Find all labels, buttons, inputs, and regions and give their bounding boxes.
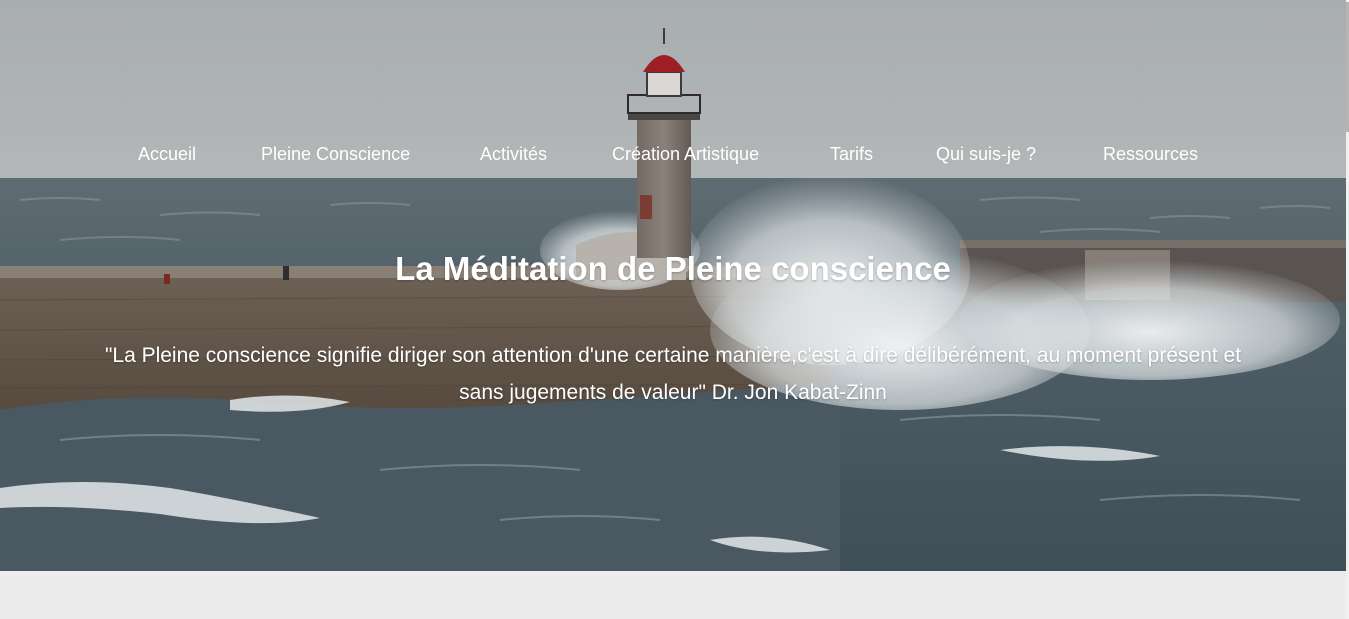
- page: Accueil Pleine Conscience Activités Créa…: [0, 0, 1349, 619]
- nav-item-qui-suis-je[interactable]: Qui suis-je ?: [936, 144, 1036, 165]
- hero-banner: Accueil Pleine Conscience Activités Créa…: [0, 0, 1346, 571]
- nav-item-accueil[interactable]: Accueil: [138, 144, 196, 165]
- nav-item-creation-artistique[interactable]: Création Artistique: [612, 144, 759, 165]
- hero-title: La Méditation de Pleine conscience: [395, 250, 951, 287]
- main-navigation: Accueil Pleine Conscience Activités Créa…: [0, 140, 1346, 170]
- nav-item-pleine-conscience[interactable]: Pleine Conscience: [261, 144, 410, 165]
- nav-item-ressources[interactable]: Ressources: [1103, 144, 1198, 165]
- nav-item-activites[interactable]: Activités: [480, 144, 547, 165]
- hero-quote: "La Pleine conscience signifie diriger s…: [104, 344, 1242, 404]
- nav-item-tarifs[interactable]: Tarifs: [830, 144, 873, 165]
